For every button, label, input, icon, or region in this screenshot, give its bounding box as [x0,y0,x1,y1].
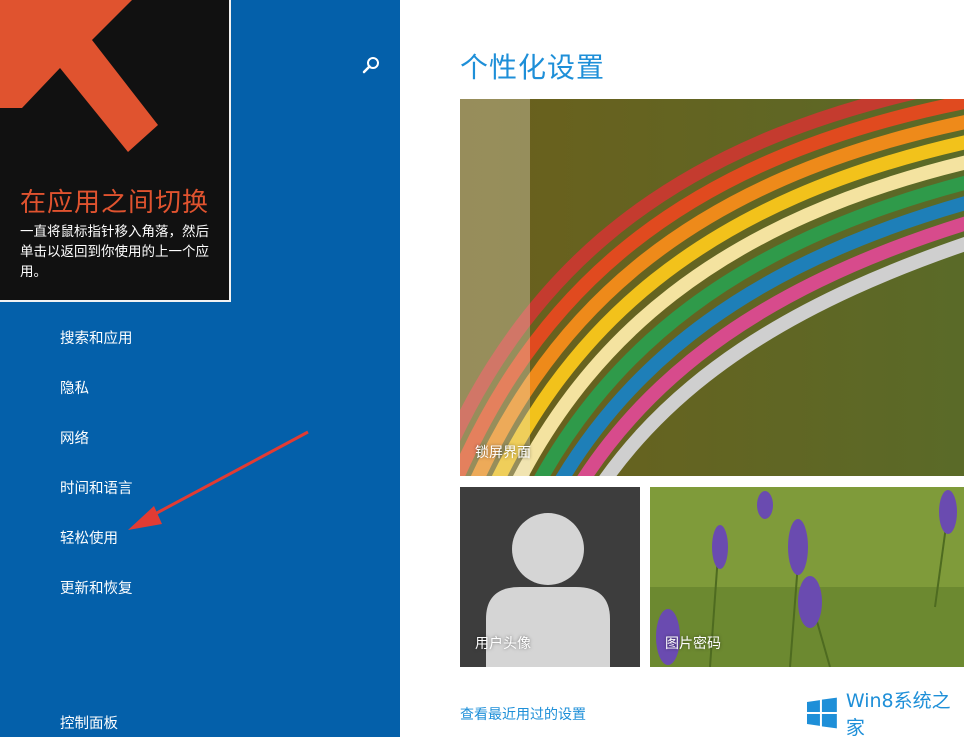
lock-screen-image [460,99,964,476]
lock-screen-tile[interactable]: 锁屏界面 [460,99,964,476]
picture-password-tile[interactable]: 图片密码 [650,487,964,667]
tip-title: 在应用之间切换 [20,188,210,218]
brand-text: Win8系统之家 [845,690,951,737]
nav-item-time-and-language[interactable]: 时间和语言 [60,478,133,528]
search-icon[interactable] [360,54,382,76]
windows-logo-icon [806,697,837,729]
nav-item-search-and-apps[interactable]: 搜索和应用 [60,328,133,378]
lock-screen-label: 锁屏界面 [475,445,531,461]
control-panel-link[interactable]: 控制面板 [60,712,118,733]
nav-item-privacy[interactable]: 隐私 [60,378,133,428]
account-picture-tile[interactable]: 用户头像 [460,487,640,667]
arrow-up-left-icon [0,0,158,152]
nav-item-ease-of-access[interactable]: 轻松使用 [60,528,133,578]
nav-item-network[interactable]: 网络 [60,428,133,478]
account-picture-label: 用户头像 [475,636,531,652]
page-title: 个性化设置 [460,51,606,84]
tip-body: 一直将鼠标指针移入角落，然后单击以返回到你使用的上一个应用。 [20,224,209,280]
nav-item-update-and-recovery[interactable]: 更新和恢复 [60,578,133,628]
brand-watermark: Win8系统之家 [806,690,969,737]
left-panel: 在应用之间切换 一直将鼠标指针移入角落，然后单击以返回到你使用的上一个应用。 搜… [0,0,400,737]
settings-nav: 搜索和应用 隐私 网络 时间和语言 轻松使用 更新和恢复 [60,328,133,628]
recent-settings-link[interactable]: 查看最近用过的设置 [460,704,586,724]
picture-password-label: 图片密码 [665,636,721,652]
tip-tile: 在应用之间切换 一直将鼠标指针移入角落，然后单击以返回到你使用的上一个应用。 [0,0,231,302]
